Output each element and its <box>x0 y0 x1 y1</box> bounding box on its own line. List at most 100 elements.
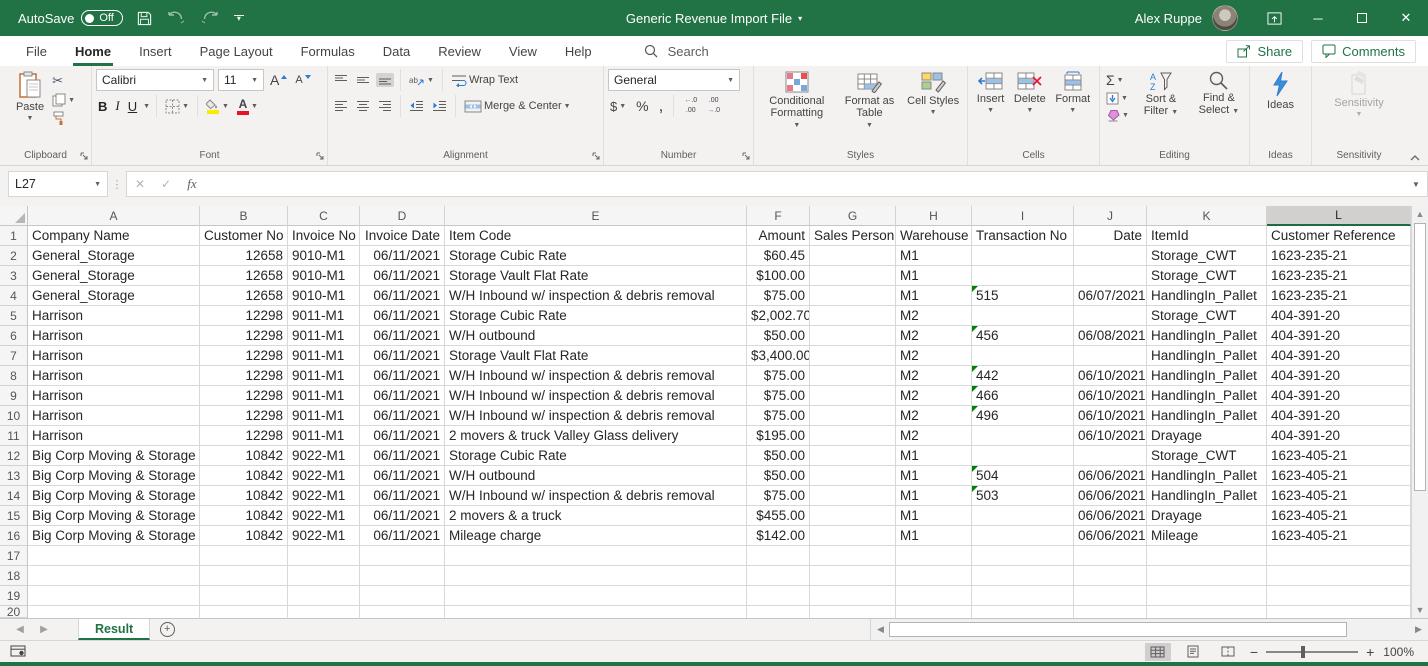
cell-B12[interactable]: 10842 <box>200 446 288 466</box>
cell-E10[interactable]: W/H Inbound w/ inspection & debris remov… <box>445 406 747 426</box>
cell-K8[interactable]: HandlingIn_Pallet <box>1147 366 1267 386</box>
cell-D12[interactable]: 06/11/2021 <box>360 446 445 466</box>
collapse-ribbon-button[interactable] <box>1410 155 1420 161</box>
comma-style-button[interactable]: , <box>657 100 666 112</box>
cell-H10[interactable]: M2 <box>896 406 972 426</box>
increase-font-size-button[interactable]: A <box>268 71 289 89</box>
cell-E1[interactable]: Item Code <box>445 226 747 246</box>
cell-G16[interactable] <box>810 526 896 546</box>
cell-H16[interactable]: M1 <box>896 526 972 546</box>
cell-I9[interactable]: 466 <box>972 386 1074 406</box>
cell-K10[interactable]: HandlingIn_Pallet <box>1147 406 1267 426</box>
cell-B7[interactable]: 12298 <box>200 346 288 366</box>
cell-F2[interactable]: $60.45 <box>747 246 810 266</box>
row-header-6[interactable]: 6 <box>0 326 28 346</box>
cell-L1[interactable]: Customer Reference <box>1267 226 1411 246</box>
select-all-corner[interactable] <box>0 206 28 226</box>
row-header-9[interactable]: 9 <box>0 386 28 406</box>
cell-K6[interactable]: HandlingIn_Pallet <box>1147 326 1267 346</box>
cell-C6[interactable]: 9011-M1 <box>288 326 360 346</box>
cell-D20[interactable] <box>360 606 445 618</box>
sheet-tab-result[interactable]: Result <box>78 619 150 640</box>
cell-G8[interactable] <box>810 366 896 386</box>
cell-D7[interactable]: 06/11/2021 <box>360 346 445 366</box>
cell-J8[interactable]: 06/10/2021 <box>1074 366 1147 386</box>
row-header-16[interactable]: 16 <box>0 526 28 546</box>
cell-D17[interactable] <box>360 546 445 566</box>
cell-K20[interactable] <box>1147 606 1267 618</box>
cell-B6[interactable]: 12298 <box>200 326 288 346</box>
cell-L19[interactable] <box>1267 586 1411 606</box>
cell-H9[interactable]: M2 <box>896 386 972 406</box>
autosum-button[interactable]: Σ▼ <box>1104 71 1131 89</box>
cell-A1[interactable]: Company Name <box>28 226 200 246</box>
cell-G14[interactable] <box>810 486 896 506</box>
cell-D8[interactable]: 06/11/2021 <box>360 366 445 386</box>
cell-I19[interactable] <box>972 586 1074 606</box>
cell-B20[interactable] <box>200 606 288 618</box>
cell-F4[interactable]: $75.00 <box>747 286 810 306</box>
cell-A16[interactable]: Big Corp Moving & Storage <box>28 526 200 546</box>
tab-file[interactable]: File <box>12 36 61 66</box>
cell-H14[interactable]: M1 <box>896 486 972 506</box>
accounting-format-button[interactable]: $▼ <box>608 98 628 115</box>
font-dialog-launcher[interactable] <box>316 152 325 161</box>
cell-K9[interactable]: HandlingIn_Pallet <box>1147 386 1267 406</box>
expand-formula-bar-icon[interactable]: ▼ <box>1405 180 1427 189</box>
cell-G18[interactable] <box>810 566 896 586</box>
delete-cells-button[interactable]: Delete ▼ <box>1012 69 1048 146</box>
cell-C10[interactable]: 9011-M1 <box>288 406 360 426</box>
column-header-L[interactable]: L <box>1267 206 1411 226</box>
cell-A7[interactable]: Harrison <box>28 346 200 366</box>
row-header-19[interactable]: 19 <box>0 586 28 606</box>
document-title[interactable]: Generic Revenue Import File ▾ <box>626 11 802 26</box>
cell-E5[interactable]: Storage Cubic Rate <box>445 306 747 326</box>
cell-H20[interactable] <box>896 606 972 618</box>
cell-I7[interactable] <box>972 346 1074 366</box>
cell-A6[interactable]: Harrison <box>28 326 200 346</box>
cell-A20[interactable] <box>28 606 200 618</box>
cell-B10[interactable]: 12298 <box>200 406 288 426</box>
cell-D4[interactable]: 06/11/2021 <box>360 286 445 306</box>
cell-J6[interactable]: 06/08/2021 <box>1074 326 1147 346</box>
cell-J11[interactable]: 06/10/2021 <box>1074 426 1147 446</box>
paste-button[interactable]: Paste ▼ <box>14 69 46 146</box>
cell-C14[interactable]: 9022-M1 <box>288 486 360 506</box>
cell-K14[interactable]: HandlingIn_Pallet <box>1147 486 1267 506</box>
cell-L7[interactable]: 404-391-20 <box>1267 346 1411 366</box>
cell-E6[interactable]: W/H outbound <box>445 326 747 346</box>
cell-D15[interactable]: 06/11/2021 <box>360 506 445 526</box>
maximize-button[interactable] <box>1340 0 1384 36</box>
cell-C18[interactable] <box>288 566 360 586</box>
cell-L17[interactable] <box>1267 546 1411 566</box>
cell-C9[interactable]: 9011-M1 <box>288 386 360 406</box>
cell-B13[interactable]: 10842 <box>200 466 288 486</box>
cell-H11[interactable]: M2 <box>896 426 972 446</box>
tab-insert[interactable]: Insert <box>125 36 186 66</box>
page-break-preview-button[interactable] <box>1215 643 1241 661</box>
align-right-button[interactable] <box>376 99 394 113</box>
cell-G12[interactable] <box>810 446 896 466</box>
cell-E20[interactable] <box>445 606 747 618</box>
cell-D14[interactable]: 06/11/2021 <box>360 486 445 506</box>
cell-A2[interactable]: General_Storage <box>28 246 200 266</box>
cell-E12[interactable]: Storage Cubic Rate <box>445 446 747 466</box>
record-macro-icon[interactable] <box>10 645 26 658</box>
row-header-3[interactable]: 3 <box>0 266 28 286</box>
customize-quick-access-toolbar-button[interactable]: ▾ <box>234 15 244 21</box>
horizontal-scroll-thumb[interactable] <box>889 622 1347 637</box>
cell-L8[interactable]: 404-391-20 <box>1267 366 1411 386</box>
fill-color-button[interactable]: ▼ <box>204 98 231 115</box>
cell-A19[interactable] <box>28 586 200 606</box>
cell-E3[interactable]: Storage Vault Flat Rate <box>445 266 747 286</box>
cell-C8[interactable]: 9011-M1 <box>288 366 360 386</box>
cell-E11[interactable]: 2 movers & truck Valley Glass delivery <box>445 426 747 446</box>
cell-F9[interactable]: $75.00 <box>747 386 810 406</box>
fill-button[interactable]: ▼ <box>1104 91 1131 106</box>
copy-button[interactable]: ▼ <box>50 92 77 108</box>
row-header-15[interactable]: 15 <box>0 506 28 526</box>
cell-G6[interactable] <box>810 326 896 346</box>
tab-view[interactable]: View <box>495 36 551 66</box>
column-header-B[interactable]: B <box>200 206 288 226</box>
cell-H8[interactable]: M2 <box>896 366 972 386</box>
